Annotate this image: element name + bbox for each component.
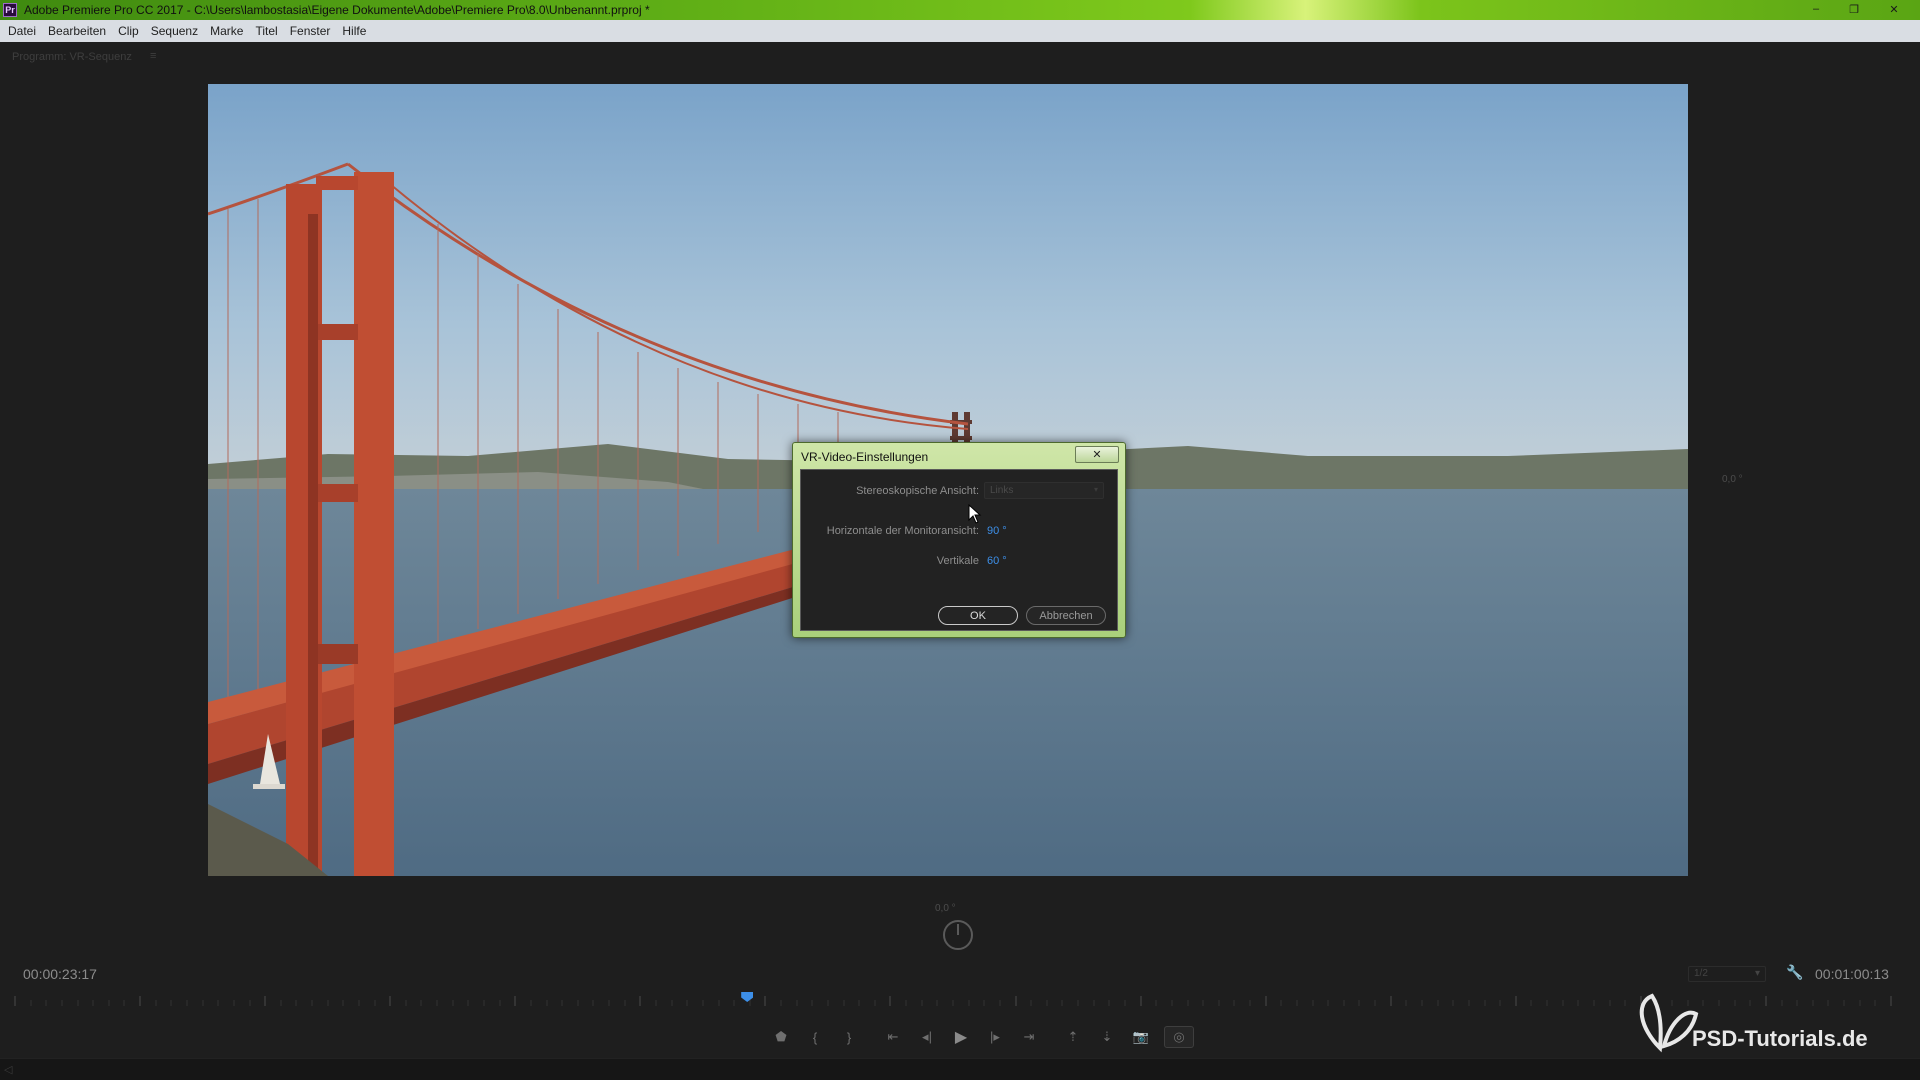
duration-timecode: 00:01:00:13 bbox=[1815, 966, 1889, 982]
current-timecode[interactable]: 00:00:23:17 bbox=[23, 966, 97, 982]
menu-bar: Datei Bearbeiten Clip Sequenz Marke Tite… bbox=[0, 20, 1920, 42]
menu-hilfe[interactable]: Hilfe bbox=[336, 24, 372, 38]
chevron-down-icon: ▾ bbox=[1754, 968, 1760, 979]
vr-video-settings-dialog: VR-Video-Einstellungen ✕ Stereoskopische… bbox=[792, 442, 1126, 638]
go-to-out-icon: ⇥ bbox=[1023, 1029, 1035, 1044]
go-to-in-icon: ⇤ bbox=[887, 1029, 899, 1044]
transport-controls: ⬟ {} ⇤ ◂| ▶ |▸ ⇥ ⇡ ⇣ 📷 ◎ bbox=[764, 1026, 1194, 1048]
close-icon: ✕ bbox=[1092, 449, 1102, 461]
step-forward-icon: |▸ bbox=[990, 1029, 1000, 1044]
stereo-view-select[interactable]: Links ▾ bbox=[984, 482, 1104, 499]
chevron-down-icon: ▾ bbox=[1093, 485, 1098, 494]
butterfly-logo-icon bbox=[1639, 993, 1699, 1053]
vr-rotation-dial[interactable] bbox=[943, 920, 973, 950]
premiere-app-icon: Pr bbox=[3, 3, 17, 17]
menu-bearbeiten[interactable]: Bearbeiten bbox=[42, 24, 112, 38]
extract-button[interactable]: ⇣ bbox=[1090, 1026, 1124, 1048]
menu-marke[interactable]: Marke bbox=[204, 24, 249, 38]
export-frame-icon: 📷 bbox=[1132, 1029, 1150, 1044]
vertical-fov-label: Vertikale bbox=[936, 555, 979, 567]
lift-button[interactable]: ⇡ bbox=[1056, 1026, 1090, 1048]
playback-resolution-select[interactable]: 1/2 ▾ bbox=[1688, 966, 1766, 982]
extract-icon: ⇣ bbox=[1101, 1029, 1113, 1044]
vertical-fov-value[interactable]: 60 ° bbox=[987, 555, 1007, 567]
mark-out-button[interactable]: } bbox=[832, 1026, 866, 1048]
status-icon: ◁ bbox=[4, 1064, 13, 1076]
dialog-close-button[interactable]: ✕ bbox=[1075, 446, 1119, 463]
ok-button[interactable]: OK bbox=[938, 606, 1018, 625]
export-frame-button[interactable]: 📷 bbox=[1124, 1026, 1158, 1048]
play-icon: ▶ bbox=[954, 1029, 968, 1046]
menu-titel[interactable]: Titel bbox=[249, 24, 283, 38]
watermark-text: PSD-Tutorials.de bbox=[1692, 1026, 1868, 1051]
play-button[interactable]: ▶ bbox=[944, 1026, 978, 1048]
horizontal-angle-readout: 0,0 ° bbox=[1722, 474, 1743, 485]
resolution-value: 1/2 bbox=[1694, 968, 1708, 979]
lift-icon: ⇡ bbox=[1067, 1029, 1079, 1044]
menu-clip[interactable]: Clip bbox=[112, 24, 145, 38]
panel-menu-icon[interactable]: ≡ bbox=[150, 50, 156, 62]
horizontal-fov-value[interactable]: 90 ° bbox=[987, 525, 1007, 537]
title-bar: Pr Adobe Premiere Pro CC 2017 - C:\Users… bbox=[0, 0, 1920, 20]
psd-tutorials-watermark: PSD-Tutorials.de bbox=[1630, 988, 1900, 1058]
cancel-button[interactable]: Abbrechen bbox=[1026, 606, 1106, 625]
panel-tab-program[interactable]: Programm: VR-Sequenz bbox=[12, 51, 132, 63]
mark-out-icon: } bbox=[846, 1029, 852, 1045]
restore-button[interactable]: ❐ bbox=[1836, 1, 1872, 17]
go-to-in-button[interactable]: ⇤ bbox=[876, 1026, 910, 1048]
menu-datei[interactable]: Datei bbox=[2, 24, 42, 38]
add-marker-icon: ⬟ bbox=[775, 1029, 787, 1044]
menu-sequenz[interactable]: Sequenz bbox=[145, 24, 204, 38]
vr-video-toggle-button[interactable]: ◎ bbox=[1164, 1026, 1194, 1048]
add-marker-button[interactable]: ⬟ bbox=[764, 1026, 798, 1048]
mark-in-icon: { bbox=[812, 1029, 818, 1045]
step-back-button[interactable]: ◂| bbox=[910, 1026, 944, 1048]
dialog-body: Stereoskopische Ansicht: Links ▾ Horizon… bbox=[800, 469, 1118, 631]
step-forward-button[interactable]: |▸ bbox=[978, 1026, 1012, 1048]
stereo-view-value: Links bbox=[990, 485, 1014, 496]
window-title: Adobe Premiere Pro CC 2017 - C:\Users\la… bbox=[24, 3, 650, 17]
mouse-cursor-icon bbox=[968, 504, 982, 524]
stereo-view-label: Stereoskopische Ansicht: bbox=[856, 485, 979, 497]
vr-video-toggle-icon: ◎ bbox=[1173, 1029, 1185, 1044]
horizontal-fov-label: Horizontale der Monitoransicht: bbox=[826, 525, 979, 537]
vertical-angle-readout: 0,0 ° bbox=[935, 903, 956, 914]
dialog-title: VR-Video-Einstellungen bbox=[801, 450, 929, 464]
menu-fenster[interactable]: Fenster bbox=[284, 24, 337, 38]
settings-wrench-icon[interactable]: 🔧 bbox=[1786, 964, 1803, 981]
close-window-button[interactable]: ✕ bbox=[1874, 1, 1914, 17]
status-bar: ◁ bbox=[0, 1058, 1920, 1080]
window-controls: – ❐ ✕ bbox=[1798, 1, 1914, 17]
minimize-button[interactable]: – bbox=[1798, 1, 1834, 17]
go-to-out-button[interactable]: ⇥ bbox=[1012, 1026, 1046, 1048]
step-back-icon: ◂| bbox=[922, 1029, 932, 1044]
timeline-ruler[interactable] bbox=[14, 996, 1894, 1008]
mark-in-button[interactable]: { bbox=[798, 1026, 832, 1048]
